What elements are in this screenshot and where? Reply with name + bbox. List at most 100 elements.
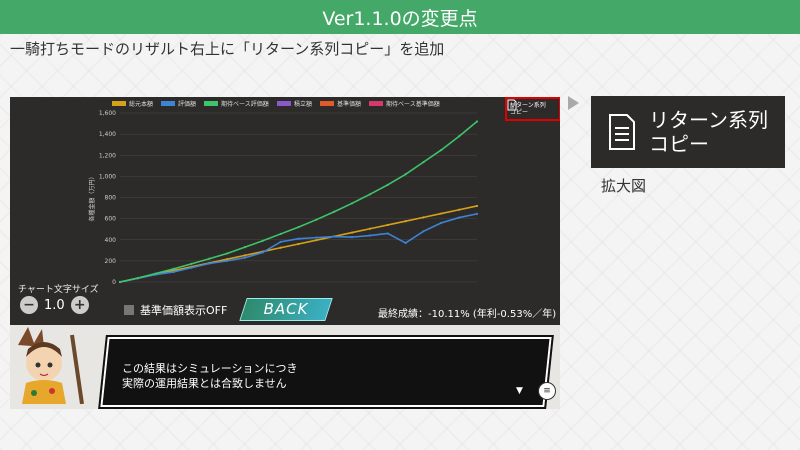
x-tick-label: 1: [136, 286, 140, 287]
chart-size-label: チャート文字サイズ: [18, 285, 99, 295]
x-tick-label: 19: [455, 286, 464, 287]
dialog-line1: この結果はシミュレーションにつき: [122, 362, 298, 375]
menu-button[interactable]: ≡: [538, 382, 556, 400]
data-point: [440, 221, 443, 224]
y-tick-label: 1,400: [99, 131, 116, 138]
dialog-text: この結果はシミュレーションにつき 実際の運用結果とは合致しません: [122, 361, 298, 391]
y-tick-label: 1,200: [99, 152, 116, 159]
dialog-line2: 実際の運用結果とは合致しません: [122, 377, 287, 390]
data-point: [475, 212, 479, 215]
base-price-checkbox[interactable]: [124, 305, 134, 315]
data-point: [136, 276, 139, 280]
data-point: [190, 262, 193, 265]
x-tick-label: 14: [365, 286, 374, 287]
data-point: [404, 220, 407, 223]
data-point: [422, 216, 425, 219]
y-tick-label: 1,600: [99, 110, 116, 117]
character-portrait: [10, 325, 92, 404]
data-point: [226, 259, 229, 262]
arrow-right-icon: [568, 96, 579, 110]
data-point: [243, 256, 247, 259]
legend-swatch: [369, 101, 383, 106]
data-point: [350, 231, 354, 234]
x-tick-label: 0: [118, 286, 122, 287]
data-point: [458, 216, 461, 219]
x-tick-label: 18: [437, 286, 446, 287]
y-tick-label: 1,000: [99, 173, 116, 180]
data-point: [458, 208, 461, 211]
zoom-line1: リターン系列: [649, 108, 768, 132]
data-point: [279, 240, 282, 243]
legend-swatch: [277, 101, 291, 106]
base-price-toggle-label: 基準価額表示OFF: [140, 304, 228, 317]
data-point: [475, 204, 479, 208]
x-tick-label: 7: [243, 286, 247, 287]
data-point: [350, 202, 354, 205]
data-point: [333, 235, 336, 238]
y-tick-label: 400: [105, 237, 117, 244]
final-result: 最終成績：-10.11% (年利-0.53%／年): [378, 309, 557, 320]
data-point: [172, 267, 175, 271]
data-point: [315, 236, 318, 239]
data-point: [368, 193, 371, 196]
base-price-toggle[interactable]: 基準価額表示OFF: [124, 302, 227, 318]
x-tick-label: 20: [473, 286, 482, 287]
data-point: [422, 161, 425, 164]
increase-size-button[interactable]: +: [70, 296, 89, 314]
data-point: [404, 241, 407, 245]
x-tick-label: 17: [419, 286, 428, 287]
legend-swatch: [320, 101, 334, 106]
header-title: Ver1.1.0の変更点: [322, 7, 478, 30]
legend-swatch: [204, 101, 218, 106]
data-point: [297, 242, 300, 246]
legend-label: 期待ベース評価額: [221, 100, 269, 108]
x-tick-label: 13: [348, 286, 357, 287]
data-point: [350, 236, 354, 239]
x-tick-label: 10: [294, 286, 303, 287]
data-point: [297, 237, 300, 240]
zoomed-copy-button: リターン系列 コピー: [591, 96, 785, 168]
zoom-line2: コピー: [649, 132, 709, 156]
legend-swatch: [112, 101, 126, 106]
next-arrow-icon[interactable]: ▼: [516, 386, 523, 396]
dialog-area: この結果はシミュレーションにつき 実際の運用結果とは合致しません ▼ ≡: [10, 325, 560, 409]
data-point: [368, 227, 371, 230]
x-tick-label: 2: [153, 286, 157, 287]
x-tick-label: 15: [383, 286, 392, 287]
back-button[interactable]: BACK: [239, 298, 333, 321]
legend-swatch: [161, 101, 175, 106]
legend-label: 基準価額: [337, 100, 361, 108]
series-line: [119, 120, 478, 283]
data-point: [440, 212, 443, 215]
x-tick-label: 3: [171, 286, 175, 287]
x-tick-label: 4: [189, 286, 194, 287]
legend-label: 評価額: [178, 100, 196, 108]
data-point: [475, 120, 479, 123]
data-point: [440, 148, 443, 152]
x-tick-label: 6: [225, 286, 230, 287]
return-series-copy-button[interactable]: リターン系列 コピー: [505, 97, 560, 121]
document-icon: [609, 114, 635, 150]
page-header: Ver1.1.0の変更点: [0, 0, 800, 34]
data-point: [297, 225, 300, 229]
legend-label: 積立額: [294, 100, 312, 108]
x-tick-label: 16: [401, 286, 410, 287]
document-icon: [507, 99, 517, 111]
data-point: [243, 246, 247, 249]
data-point: [404, 173, 407, 176]
y-tick-label: 0: [112, 279, 116, 286]
chart-size-control: − 1.0 +: [20, 296, 89, 314]
x-tick-label: 8: [261, 286, 265, 287]
data-point: [422, 230, 425, 233]
data-point: [172, 270, 175, 274]
data-point: [208, 262, 211, 265]
x-tick-label: 12: [330, 286, 339, 287]
legend-label: 総元本額: [129, 100, 153, 108]
chart-size-value: 1.0: [44, 297, 65, 313]
data-point: [315, 239, 318, 242]
decrease-size-button[interactable]: −: [20, 296, 38, 314]
data-point: [386, 232, 389, 235]
y-tick-label: 200: [105, 258, 117, 265]
data-point: [368, 234, 371, 237]
data-point: [190, 266, 193, 269]
